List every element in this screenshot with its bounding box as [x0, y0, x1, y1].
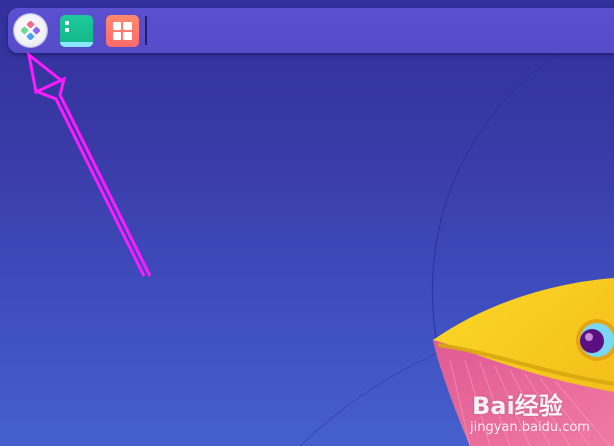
app-center-icon-tile [113, 22, 121, 30]
file-manager-icon-detail [65, 28, 69, 32]
launcher-icon [21, 21, 40, 40]
app-center-icon-tile [113, 32, 121, 40]
file-manager-icon[interactable] [60, 15, 93, 47]
app-center-icon[interactable] [106, 15, 139, 47]
watermark-brand: Bai经验 [472, 392, 563, 420]
app-center-icon-tile [123, 22, 132, 30]
file-manager-icon-detail [65, 21, 69, 25]
watermark: Bai经验 jingyan.baidu.com [462, 378, 612, 444]
launcher-button[interactable] [14, 14, 47, 47]
watermark-domain: jingyan.baidu.com [470, 420, 590, 435]
taskbar-divider [145, 16, 147, 45]
file-manager-icon-detail [60, 42, 93, 47]
app-center-icon-tile [123, 32, 132, 40]
taskbar [8, 8, 614, 53]
